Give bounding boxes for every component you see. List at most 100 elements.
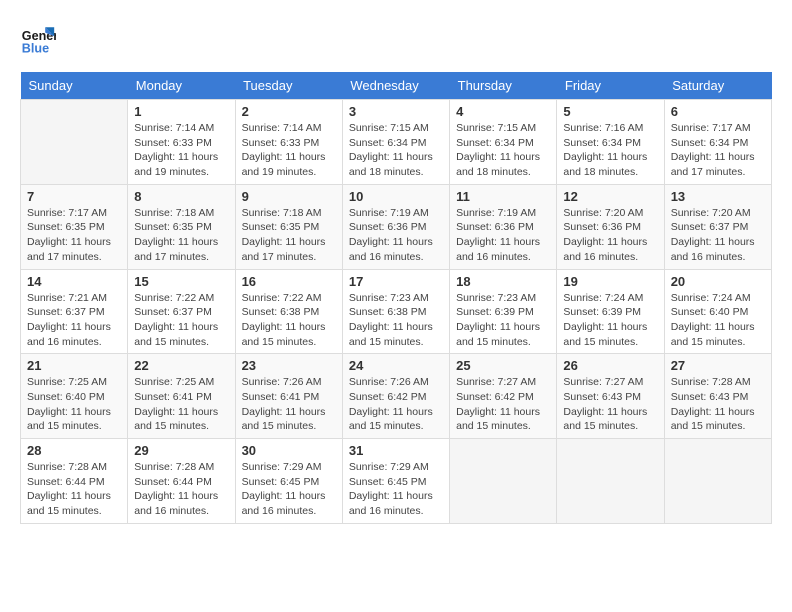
calendar-week-5: 28 Sunrise: 7:28 AM Sunset: 6:44 PM Dayli… bbox=[21, 439, 772, 524]
day-info: Sunrise: 7:25 AM Sunset: 6:41 PM Dayligh… bbox=[134, 375, 228, 434]
calendar-cell: 7 Sunrise: 7:17 AM Sunset: 6:35 PM Daylig… bbox=[21, 184, 128, 269]
calendar-cell: 12 Sunrise: 7:20 AM Sunset: 6:36 PM Dayli… bbox=[557, 184, 664, 269]
day-info: Sunrise: 7:26 AM Sunset: 6:42 PM Dayligh… bbox=[349, 375, 443, 434]
calendar-cell bbox=[664, 439, 771, 524]
day-info: Sunrise: 7:17 AM Sunset: 6:35 PM Dayligh… bbox=[27, 206, 121, 265]
day-number: 7 bbox=[27, 189, 121, 204]
day-number: 8 bbox=[134, 189, 228, 204]
calendar-week-2: 7 Sunrise: 7:17 AM Sunset: 6:35 PM Daylig… bbox=[21, 184, 772, 269]
day-number: 21 bbox=[27, 358, 121, 373]
calendar-cell: 3 Sunrise: 7:15 AM Sunset: 6:34 PM Daylig… bbox=[342, 100, 449, 185]
calendar-cell: 23 Sunrise: 7:26 AM Sunset: 6:41 PM Dayli… bbox=[235, 354, 342, 439]
calendar-cell: 11Sunrise: 7:19 AM Sunset: 6:36 PM Dayli… bbox=[450, 184, 557, 269]
day-number: 23 bbox=[242, 358, 336, 373]
calendar-week-4: 21 Sunrise: 7:25 AM Sunset: 6:40 PM Dayli… bbox=[21, 354, 772, 439]
day-number: 17 bbox=[349, 274, 443, 289]
day-number: 11 bbox=[456, 189, 550, 204]
calendar-week-1: 1 Sunrise: 7:14 AM Sunset: 6:33 PM Daylig… bbox=[21, 100, 772, 185]
calendar-cell: 31Sunrise: 7:29 AM Sunset: 6:45 PM Dayli… bbox=[342, 439, 449, 524]
calendar-header-saturday: Saturday bbox=[664, 72, 771, 100]
day-info: Sunrise: 7:24 AM Sunset: 6:39 PM Dayligh… bbox=[563, 291, 657, 350]
day-number: 25 bbox=[456, 358, 550, 373]
day-info: Sunrise: 7:24 AM Sunset: 6:40 PM Dayligh… bbox=[671, 291, 765, 350]
day-number: 30 bbox=[242, 443, 336, 458]
logo: General Blue bbox=[20, 20, 60, 56]
calendar-header-sunday: Sunday bbox=[21, 72, 128, 100]
day-number: 6 bbox=[671, 104, 765, 119]
calendar-header-tuesday: Tuesday bbox=[235, 72, 342, 100]
day-info: Sunrise: 7:25 AM Sunset: 6:40 PM Dayligh… bbox=[27, 375, 121, 434]
day-info: Sunrise: 7:16 AM Sunset: 6:34 PM Dayligh… bbox=[563, 121, 657, 180]
day-number: 5 bbox=[563, 104, 657, 119]
day-number: 1 bbox=[134, 104, 228, 119]
day-info: Sunrise: 7:22 AM Sunset: 6:38 PM Dayligh… bbox=[242, 291, 336, 350]
day-info: Sunrise: 7:27 AM Sunset: 6:42 PM Dayligh… bbox=[456, 375, 550, 434]
day-number: 26 bbox=[563, 358, 657, 373]
calendar-week-3: 14 Sunrise: 7:21 AM Sunset: 6:37 PM Dayli… bbox=[21, 269, 772, 354]
day-info: Sunrise: 7:17 AM Sunset: 6:34 PM Dayligh… bbox=[671, 121, 765, 180]
day-number: 12 bbox=[563, 189, 657, 204]
day-info: Sunrise: 7:26 AM Sunset: 6:41 PM Dayligh… bbox=[242, 375, 336, 434]
calendar-cell: 30 Sunrise: 7:29 AM Sunset: 6:45 PM Dayli… bbox=[235, 439, 342, 524]
svg-text:Blue: Blue bbox=[22, 41, 49, 55]
calendar-cell: 10 Sunrise: 7:19 AM Sunset: 6:36 PM Dayli… bbox=[342, 184, 449, 269]
calendar-cell: 1 Sunrise: 7:14 AM Sunset: 6:33 PM Daylig… bbox=[128, 100, 235, 185]
calendar-cell: 4Sunrise: 7:15 AM Sunset: 6:34 PM Daylig… bbox=[450, 100, 557, 185]
calendar-table: SundayMondayTuesdayWednesdayThursdayFrid… bbox=[20, 72, 772, 524]
calendar-cell: 27Sunrise: 7:28 AM Sunset: 6:43 PM Dayli… bbox=[664, 354, 771, 439]
day-number: 4 bbox=[456, 104, 550, 119]
day-info: Sunrise: 7:18 AM Sunset: 6:35 PM Dayligh… bbox=[242, 206, 336, 265]
day-info: Sunrise: 7:14 AM Sunset: 6:33 PM Dayligh… bbox=[134, 121, 228, 180]
calendar-cell bbox=[450, 439, 557, 524]
day-number: 10 bbox=[349, 189, 443, 204]
calendar-cell: 24 Sunrise: 7:26 AM Sunset: 6:42 PM Dayli… bbox=[342, 354, 449, 439]
day-info: Sunrise: 7:20 AM Sunset: 6:36 PM Dayligh… bbox=[563, 206, 657, 265]
day-number: 3 bbox=[349, 104, 443, 119]
calendar-cell: 8Sunrise: 7:18 AM Sunset: 6:35 PM Daylig… bbox=[128, 184, 235, 269]
calendar-header-thursday: Thursday bbox=[450, 72, 557, 100]
day-info: Sunrise: 7:22 AM Sunset: 6:37 PM Dayligh… bbox=[134, 291, 228, 350]
day-number: 16 bbox=[242, 274, 336, 289]
day-info: Sunrise: 7:27 AM Sunset: 6:43 PM Dayligh… bbox=[563, 375, 657, 434]
day-number: 22 bbox=[134, 358, 228, 373]
calendar-cell: 29Sunrise: 7:28 AM Sunset: 6:44 PM Dayli… bbox=[128, 439, 235, 524]
day-number: 15 bbox=[134, 274, 228, 289]
calendar-header-wednesday: Wednesday bbox=[342, 72, 449, 100]
calendar-cell: 13 Sunrise: 7:20 AM Sunset: 6:37 PM Dayli… bbox=[664, 184, 771, 269]
calendar-header-friday: Friday bbox=[557, 72, 664, 100]
logo-icon: General Blue bbox=[20, 20, 56, 56]
day-info: Sunrise: 7:29 AM Sunset: 6:45 PM Dayligh… bbox=[242, 460, 336, 519]
day-info: Sunrise: 7:23 AM Sunset: 6:39 PM Dayligh… bbox=[456, 291, 550, 350]
calendar-cell: 14 Sunrise: 7:21 AM Sunset: 6:37 PM Dayli… bbox=[21, 269, 128, 354]
day-info: Sunrise: 7:28 AM Sunset: 6:44 PM Dayligh… bbox=[27, 460, 121, 519]
calendar-cell bbox=[557, 439, 664, 524]
page-header: General Blue bbox=[20, 20, 772, 56]
calendar-cell: 18 Sunrise: 7:23 AM Sunset: 6:39 PM Dayli… bbox=[450, 269, 557, 354]
calendar-cell: 19 Sunrise: 7:24 AM Sunset: 6:39 PM Dayli… bbox=[557, 269, 664, 354]
day-info: Sunrise: 7:20 AM Sunset: 6:37 PM Dayligh… bbox=[671, 206, 765, 265]
day-info: Sunrise: 7:23 AM Sunset: 6:38 PM Dayligh… bbox=[349, 291, 443, 350]
day-number: 14 bbox=[27, 274, 121, 289]
calendar-cell: 2Sunrise: 7:14 AM Sunset: 6:33 PM Daylig… bbox=[235, 100, 342, 185]
day-info: Sunrise: 7:19 AM Sunset: 6:36 PM Dayligh… bbox=[349, 206, 443, 265]
day-info: Sunrise: 7:14 AM Sunset: 6:33 PM Dayligh… bbox=[242, 121, 336, 180]
day-number: 28 bbox=[27, 443, 121, 458]
calendar-cell: 6 Sunrise: 7:17 AM Sunset: 6:34 PM Daylig… bbox=[664, 100, 771, 185]
day-info: Sunrise: 7:21 AM Sunset: 6:37 PM Dayligh… bbox=[27, 291, 121, 350]
calendar-cell: 28 Sunrise: 7:28 AM Sunset: 6:44 PM Dayli… bbox=[21, 439, 128, 524]
calendar-cell: 21 Sunrise: 7:25 AM Sunset: 6:40 PM Dayli… bbox=[21, 354, 128, 439]
day-number: 27 bbox=[671, 358, 765, 373]
day-number: 19 bbox=[563, 274, 657, 289]
calendar-header-row: SundayMondayTuesdayWednesdayThursdayFrid… bbox=[21, 72, 772, 100]
calendar-cell: 20 Sunrise: 7:24 AM Sunset: 6:40 PM Dayli… bbox=[664, 269, 771, 354]
day-number: 18 bbox=[456, 274, 550, 289]
day-info: Sunrise: 7:29 AM Sunset: 6:45 PM Dayligh… bbox=[349, 460, 443, 519]
day-number: 24 bbox=[349, 358, 443, 373]
calendar-cell: 9 Sunrise: 7:18 AM Sunset: 6:35 PM Daylig… bbox=[235, 184, 342, 269]
day-info: Sunrise: 7:15 AM Sunset: 6:34 PM Dayligh… bbox=[349, 121, 443, 180]
day-number: 13 bbox=[671, 189, 765, 204]
day-number: 20 bbox=[671, 274, 765, 289]
calendar-cell: 16 Sunrise: 7:22 AM Sunset: 6:38 PM Dayli… bbox=[235, 269, 342, 354]
day-info: Sunrise: 7:28 AM Sunset: 6:44 PM Dayligh… bbox=[134, 460, 228, 519]
day-number: 9 bbox=[242, 189, 336, 204]
